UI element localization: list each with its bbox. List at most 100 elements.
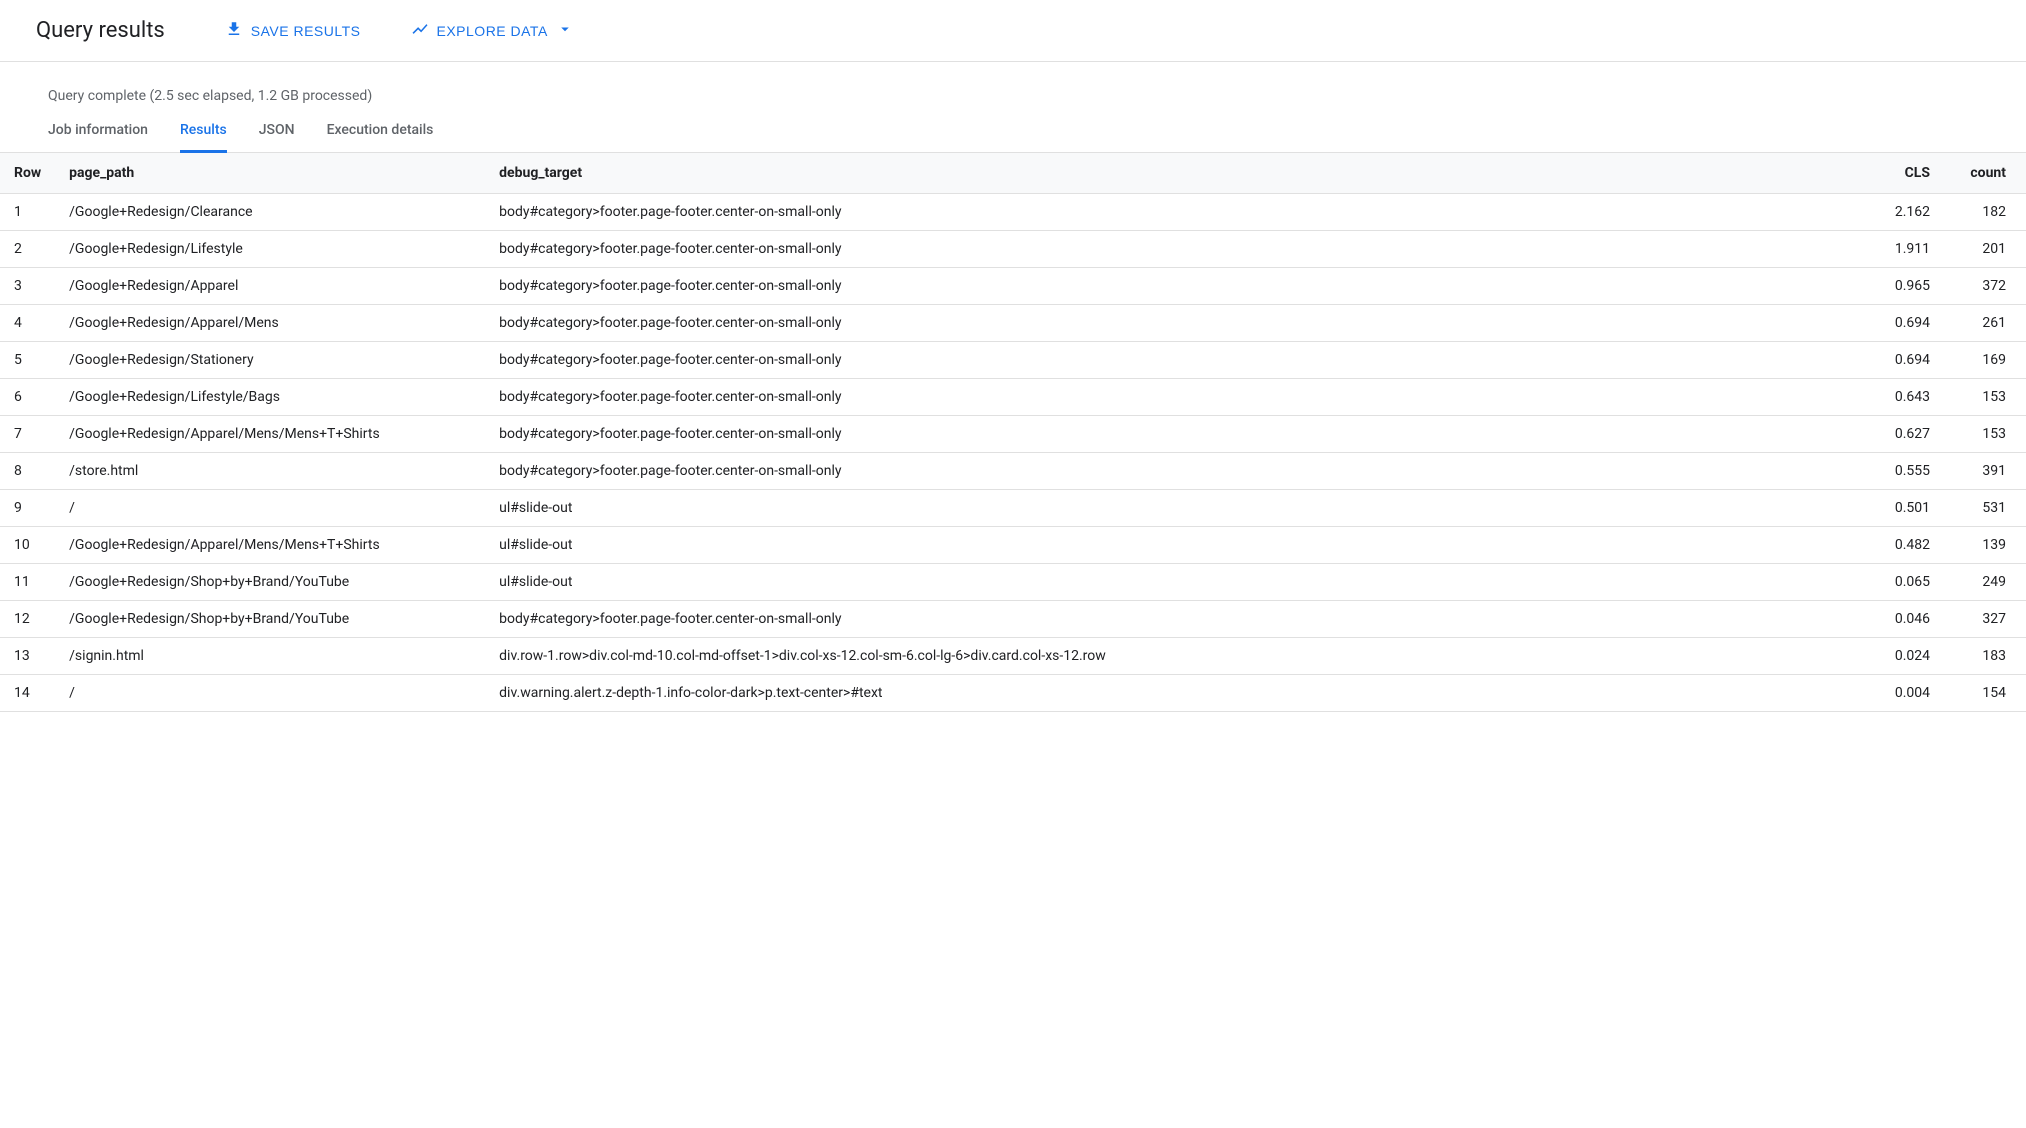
cell-debug-target: body#category>footer.page-footer.center-… [487,601,1876,638]
tab-execution-details[interactable]: Execution details [327,122,434,153]
cell-page-path: /Google+Redesign/Clearance [57,194,487,231]
cell-count: 201 [1946,231,2026,268]
tab-json[interactable]: JSON [259,122,295,153]
cell-count: 139 [1946,527,2026,564]
cell-row: 7 [0,416,57,453]
cell-row: 4 [0,305,57,342]
cell-count: 169 [1946,342,2026,379]
cell-count: 153 [1946,379,2026,416]
tab-job-information[interactable]: Job information [48,122,148,153]
cell-page-path: /Google+Redesign/Apparel [57,268,487,305]
table-row[interactable]: 9/ul#slide-out0.501531 [0,490,2026,527]
cell-row: 3 [0,268,57,305]
cell-row: 8 [0,453,57,490]
status-text: Query complete (2.5 sec elapsed, 1.2 GB … [0,62,2026,104]
cell-count: 249 [1946,564,2026,601]
cell-count: 182 [1946,194,2026,231]
cell-page-path: /Google+Redesign/Apparel/Mens [57,305,487,342]
cell-page-path: / [57,675,487,712]
cell-row: 6 [0,379,57,416]
cell-debug-target: body#category>footer.page-footer.center-… [487,416,1876,453]
table-row[interactable]: 6/Google+Redesign/Lifestyle/Bagsbody#cat… [0,379,2026,416]
cell-cls: 0.004 [1876,675,1946,712]
cell-count: 183 [1946,638,2026,675]
cell-cls: 0.482 [1876,527,1946,564]
cell-row: 11 [0,564,57,601]
page-title: Query results [36,18,165,43]
cell-debug-target: body#category>footer.page-footer.center-… [487,268,1876,305]
download-icon [225,20,243,41]
col-header-row: Row [0,153,57,194]
tabs: Job information Results JSON Execution d… [0,104,2026,153]
table-row[interactable]: 12/Google+Redesign/Shop+by+Brand/YouTube… [0,601,2026,638]
cell-row: 12 [0,601,57,638]
table-row[interactable]: 4/Google+Redesign/Apparel/Mensbody#categ… [0,305,2026,342]
table-row[interactable]: 8/store.htmlbody#category>footer.page-fo… [0,453,2026,490]
col-header-cls: CLS [1876,153,1946,194]
explore-data-label: EXPLORE DATA [437,23,548,39]
cell-cls: 2.162 [1876,194,1946,231]
table-row[interactable]: 13/signin.htmldiv.row-1.row>div.col-md-1… [0,638,2026,675]
cell-row: 5 [0,342,57,379]
cell-page-path: /Google+Redesign/Apparel/Mens/Mens+T+Shi… [57,527,487,564]
table-row[interactable]: 3/Google+Redesign/Apparelbody#category>f… [0,268,2026,305]
cell-row: 14 [0,675,57,712]
cell-cls: 1.911 [1876,231,1946,268]
explore-data-button[interactable]: EXPLORE DATA [411,14,574,47]
cell-debug-target: body#category>footer.page-footer.center-… [487,453,1876,490]
table-row[interactable]: 1/Google+Redesign/Clearancebody#category… [0,194,2026,231]
cell-cls: 0.694 [1876,342,1946,379]
cell-debug-target: body#category>footer.page-footer.center-… [487,342,1876,379]
cell-count: 391 [1946,453,2026,490]
cell-debug-target: ul#slide-out [487,527,1876,564]
cell-row: 9 [0,490,57,527]
cell-page-path: /signin.html [57,638,487,675]
cell-page-path: /store.html [57,453,487,490]
cell-debug-target: body#category>footer.page-footer.center-… [487,379,1876,416]
cell-count: 153 [1946,416,2026,453]
cell-cls: 0.965 [1876,268,1946,305]
cell-page-path: /Google+Redesign/Stationery [57,342,487,379]
cell-cls: 0.065 [1876,564,1946,601]
cell-count: 531 [1946,490,2026,527]
table-row[interactable]: 14/div.warning.alert.z-depth-1.info-colo… [0,675,2026,712]
col-header-count: count [1946,153,2026,194]
cell-row: 10 [0,527,57,564]
table-row[interactable]: 10/Google+Redesign/Apparel/Mens/Mens+T+S… [0,527,2026,564]
cell-cls: 0.627 [1876,416,1946,453]
cell-page-path: / [57,490,487,527]
cell-debug-target: div.warning.alert.z-depth-1.info-color-d… [487,675,1876,712]
table-row[interactable]: 5/Google+Redesign/Stationerybody#categor… [0,342,2026,379]
cell-count: 372 [1946,268,2026,305]
table-row[interactable]: 2/Google+Redesign/Lifestylebody#category… [0,231,2026,268]
results-table: Row page_path debug_target CLS count 1/G… [0,153,2026,712]
table-row[interactable]: 11/Google+Redesign/Shop+by+Brand/YouTube… [0,564,2026,601]
cell-row: 13 [0,638,57,675]
table-row[interactable]: 7/Google+Redesign/Apparel/Mens/Mens+T+Sh… [0,416,2026,453]
cell-row: 1 [0,194,57,231]
cell-cls: 0.555 [1876,453,1946,490]
save-results-button[interactable]: SAVE RESULTS [225,14,361,47]
col-header-page-path: page_path [57,153,487,194]
cell-debug-target: ul#slide-out [487,564,1876,601]
table-header-row: Row page_path debug_target CLS count [0,153,2026,194]
results-header: Query results SAVE RESULTS EXPLORE DATA [0,0,2026,62]
results-table-container: Row page_path debug_target CLS count 1/G… [0,153,2026,712]
cell-count: 154 [1946,675,2026,712]
cell-page-path: /Google+Redesign/Lifestyle [57,231,487,268]
cell-count: 327 [1946,601,2026,638]
cell-count: 261 [1946,305,2026,342]
header-actions: SAVE RESULTS EXPLORE DATA [225,14,574,47]
cell-debug-target: div.row-1.row>div.col-md-10.col-md-offse… [487,638,1876,675]
cell-cls: 0.046 [1876,601,1946,638]
cell-page-path: /Google+Redesign/Lifestyle/Bags [57,379,487,416]
cell-debug-target: body#category>footer.page-footer.center-… [487,194,1876,231]
chart-icon [411,20,429,41]
save-results-label: SAVE RESULTS [251,23,361,39]
cell-page-path: /Google+Redesign/Shop+by+Brand/YouTube [57,601,487,638]
cell-cls: 0.643 [1876,379,1946,416]
cell-debug-target: body#category>footer.page-footer.center-… [487,305,1876,342]
cell-debug-target: body#category>footer.page-footer.center-… [487,231,1876,268]
dropdown-icon [556,20,574,41]
tab-results[interactable]: Results [180,122,227,153]
